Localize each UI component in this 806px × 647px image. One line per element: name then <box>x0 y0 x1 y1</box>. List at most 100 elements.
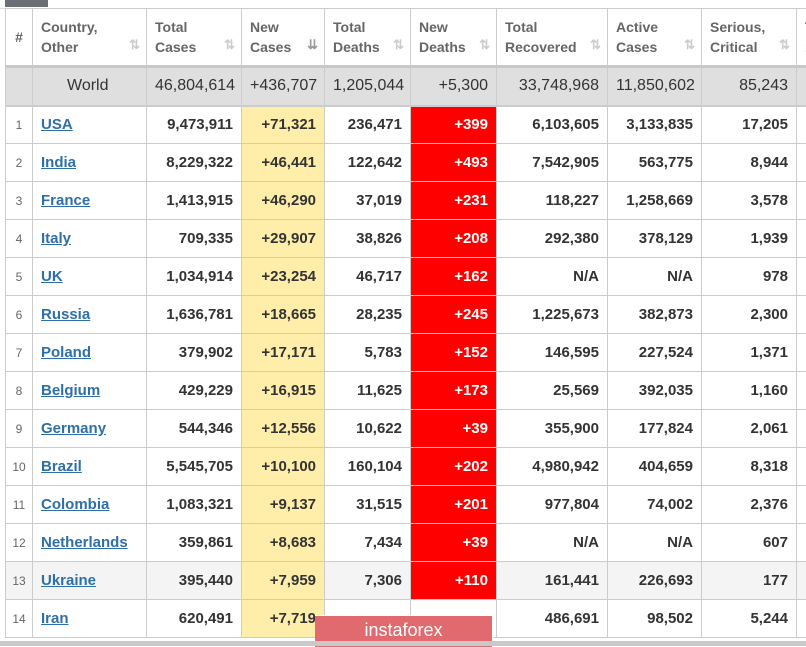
sort-icon[interactable]: ⇅ <box>590 35 599 55</box>
header-total-deaths[interactable]: TotalDeaths⇅ <box>325 9 411 67</box>
row-country: Italy <box>33 220 147 258</box>
table-row: 10Brazil5,545,705+10,100160,104+2024,980… <box>6 448 806 486</box>
world-total-deaths: 1,205,044 <box>325 67 411 106</box>
sort-icon[interactable]: ⇅ <box>684 35 693 55</box>
world-new-cases: +436,707 <box>242 67 325 106</box>
cell-active-cases: 226,693 <box>608 562 702 600</box>
row-country: Netherlands <box>33 524 147 562</box>
header-label: Active <box>616 19 658 35</box>
country-link[interactable]: UK <box>41 268 63 285</box>
cell-new-cases: +29,907 <box>242 220 325 258</box>
cell-new-cases: +46,441 <box>242 144 325 182</box>
cell-total-recovered: N/A <box>497 258 608 296</box>
country-link[interactable]: Ukraine <box>41 572 96 589</box>
country-link[interactable]: USA <box>41 116 73 133</box>
header-label: Deaths <box>333 39 380 55</box>
header-rank[interactable]: # <box>6 9 33 67</box>
country-link[interactable]: India <box>41 154 76 171</box>
country-link[interactable]: Poland <box>41 344 91 361</box>
header-label: Serious, <box>710 19 765 35</box>
cell-total-cases: 544,346 <box>147 410 242 448</box>
header-active-cases[interactable]: Active Cases ⇅ <box>608 9 702 67</box>
cell-total-cases: 5,545,705 <box>147 448 242 486</box>
cell-extra <box>797 106 806 144</box>
header-country[interactable]: Country,Other⇅ <box>33 9 147 67</box>
cell-new-deaths: +245 <box>411 296 497 334</box>
country-link[interactable]: Iran <box>41 610 69 627</box>
header-serious-critical[interactable]: Serious, Critical ⇅ <box>702 9 797 67</box>
sort-icon[interactable]: ⇅ <box>779 35 788 55</box>
cell-active-cases: N/A <box>608 524 702 562</box>
world-extra <box>797 67 806 106</box>
header-new-deaths[interactable]: NewDeaths⇅ <box>411 9 497 67</box>
sort-icon[interactable]: ⇅ <box>224 35 233 55</box>
cell-new-deaths: +493 <box>411 144 497 182</box>
cell-total-deaths: 160,104 <box>325 448 411 486</box>
cell-new-deaths: +202 <box>411 448 497 486</box>
cell-new-cases: +12,556 <box>242 410 325 448</box>
cell-total-cases: 9,473,911 <box>147 106 242 144</box>
header-label: Cases <box>250 39 291 55</box>
cell-total-cases: 1,636,781 <box>147 296 242 334</box>
row-rank: 8 <box>6 372 33 410</box>
cell-total-deaths: 10,622 <box>325 410 411 448</box>
cell-active-cases: 227,524 <box>608 334 702 372</box>
sort-icon[interactable]: ⇅ <box>129 35 138 55</box>
cell-new-deaths: +208 <box>411 220 497 258</box>
country-link[interactable]: Italy <box>41 230 71 247</box>
cell-new-cases: +23,254 <box>242 258 325 296</box>
row-country: Belgium <box>33 372 147 410</box>
cell-extra <box>797 524 806 562</box>
cell-active-cases: 404,659 <box>608 448 702 486</box>
header-total-recovered[interactable]: TotalRecovered⇅ <box>497 9 608 67</box>
cell-serious-critical: 1,160 <box>702 372 797 410</box>
row-rank: 5 <box>6 258 33 296</box>
cell-new-cases: +10,100 <box>242 448 325 486</box>
country-link[interactable]: France <box>41 192 90 209</box>
cell-total-cases: 379,902 <box>147 334 242 372</box>
header-total-cases[interactable]: TotalCases⇅ <box>147 9 242 67</box>
world-active-cases: 11,850,602 <box>608 67 702 106</box>
row-rank: 11 <box>6 486 33 524</box>
cell-total-recovered: 161,441 <box>497 562 608 600</box>
header-extra[interactable]: T1 <box>797 9 806 67</box>
cell-new-deaths: +152 <box>411 334 497 372</box>
table-row: 11Colombia1,083,321+9,13731,515+201977,8… <box>6 486 806 524</box>
world-new-deaths: +5,300 <box>411 67 497 106</box>
country-link[interactable]: Belgium <box>41 382 100 399</box>
row-country: Russia <box>33 296 147 334</box>
cell-new-deaths: +173 <box>411 372 497 410</box>
row-country: UK <box>33 258 147 296</box>
header-new-cases[interactable]: NewCases⇊ <box>242 9 325 67</box>
sort-icon[interactable]: ⇅ <box>479 35 488 55</box>
row-country: France <box>33 182 147 220</box>
cell-total-cases: 1,034,914 <box>147 258 242 296</box>
country-link[interactable]: Colombia <box>41 496 109 513</box>
header-label: Critical <box>710 39 757 55</box>
country-link[interactable]: Russia <box>41 306 90 323</box>
cell-total-cases: 620,491 <box>147 600 242 638</box>
cell-active-cases: 98,502 <box>608 600 702 638</box>
sort-icon[interactable]: ⇅ <box>393 35 402 55</box>
country-link[interactable]: Netherlands <box>41 534 128 551</box>
cell-extra <box>797 562 806 600</box>
cell-total-deaths: 37,019 <box>325 182 411 220</box>
cell-new-cases: +16,915 <box>242 372 325 410</box>
active-tab-indicator[interactable] <box>5 0 48 7</box>
sort-desc-icon[interactable]: ⇊ <box>307 35 316 55</box>
table-row: 7Poland379,902+17,1715,783+152146,595227… <box>6 334 806 372</box>
header-label: Cases <box>616 39 657 55</box>
table-row: 9Germany544,346+12,55610,622+39355,90017… <box>6 410 806 448</box>
row-rank: 1 <box>6 106 33 144</box>
cell-total-recovered: 486,691 <box>497 600 608 638</box>
country-link[interactable]: Germany <box>41 420 106 437</box>
cell-total-recovered: 7,542,905 <box>497 144 608 182</box>
cell-active-cases: 382,873 <box>608 296 702 334</box>
cell-active-cases: 1,258,669 <box>608 182 702 220</box>
world-serious-critical: 85,243 <box>702 67 797 106</box>
world-row: World 46,804,614 +436,707 1,205,044 +5,3… <box>6 67 806 106</box>
country-link[interactable]: Brazil <box>41 458 82 475</box>
row-country: Ukraine <box>33 562 147 600</box>
horizontal-scrollbar[interactable] <box>0 641 806 646</box>
cell-serious-critical: 5,244 <box>702 600 797 638</box>
